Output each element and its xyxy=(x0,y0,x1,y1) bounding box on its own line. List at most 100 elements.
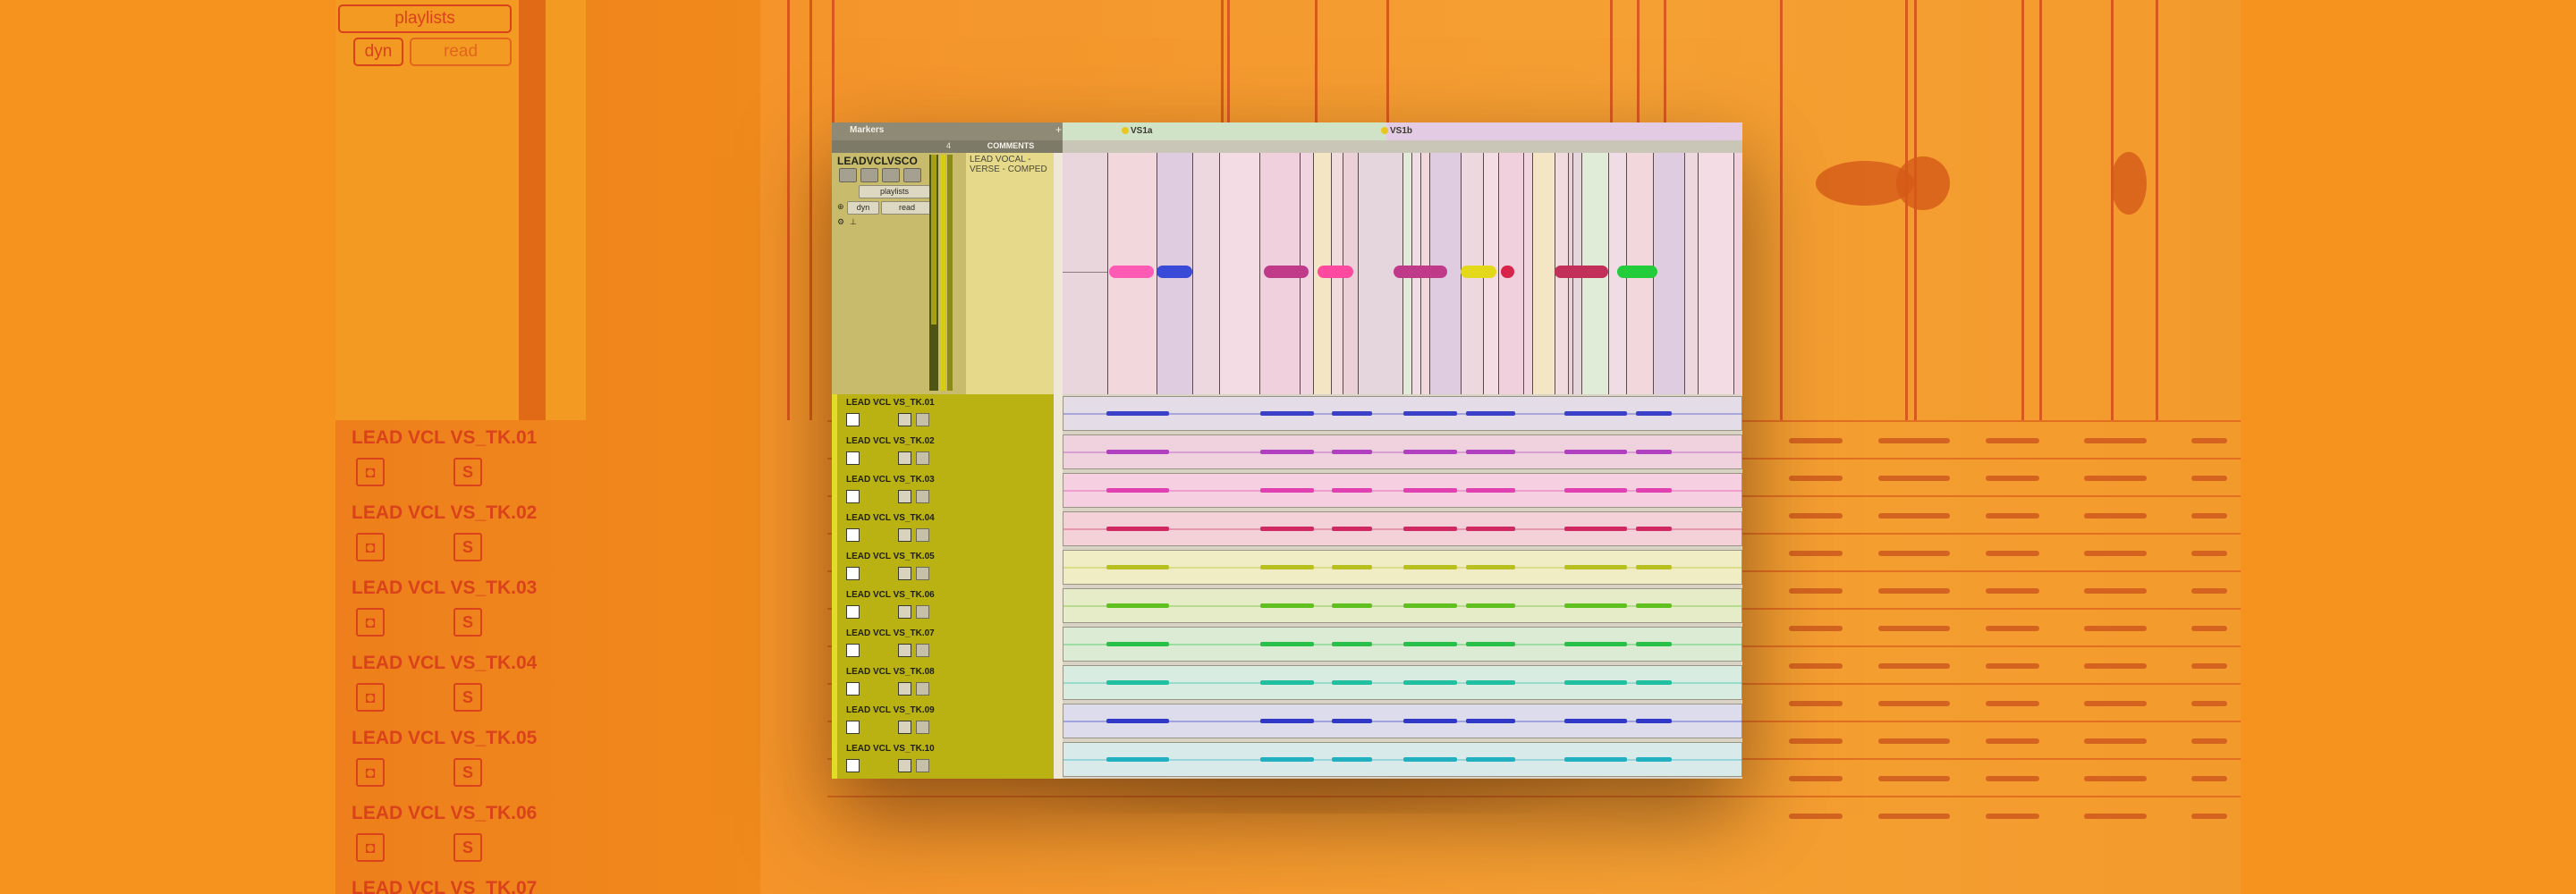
take-track-name[interactable]: LEAD VCL VS_TK.03 xyxy=(846,475,935,485)
comp-region[interactable] xyxy=(1653,153,1685,394)
mute-button[interactable] xyxy=(916,721,929,734)
solo-button[interactable] xyxy=(898,759,911,772)
record-enable-checkbox[interactable] xyxy=(846,682,860,696)
bg-waveform xyxy=(1878,551,1950,556)
marker-vs1a[interactable]: VS1a xyxy=(1122,126,1152,136)
take-waveform xyxy=(1106,450,1169,454)
take-lane[interactable] xyxy=(1063,511,1742,546)
marker-lane[interactable]: VS1a VS1b xyxy=(1063,122,1742,140)
record-enable-checkbox[interactable] xyxy=(846,721,860,734)
comp-track-lane[interactable] xyxy=(1063,153,1742,394)
take-track-name[interactable]: LEAD VCL VS_TK.06 xyxy=(846,590,935,600)
bg-waveform xyxy=(1789,626,1843,631)
bg-waveform xyxy=(2111,152,2147,215)
add-marker-button[interactable]: + xyxy=(1055,123,1062,136)
solo-button[interactable] xyxy=(898,567,911,580)
take-track-name[interactable]: LEAD VCL VS_TK.04 xyxy=(846,513,935,523)
mute-button[interactable] xyxy=(916,759,929,772)
mute-button[interactable] xyxy=(916,451,929,465)
take-track-name[interactable]: LEAD VCL VS_TK.08 xyxy=(846,667,935,677)
lock-icon[interactable]: ⊥ xyxy=(850,217,857,227)
bg-region-boundary xyxy=(809,0,812,420)
take-waveform xyxy=(1403,719,1457,723)
take-waveform xyxy=(1332,527,1372,531)
comp-waveform xyxy=(1157,266,1192,278)
solo-button[interactable] xyxy=(882,168,900,182)
record-enable-checkbox[interactable] xyxy=(846,451,860,465)
mute-button[interactable] xyxy=(916,528,929,542)
take-waveform xyxy=(1403,488,1457,493)
solo-button[interactable] xyxy=(898,644,911,657)
gear-icon[interactable]: ⚙ xyxy=(837,217,844,227)
bg-waveform xyxy=(1878,776,1950,781)
comments-column[interactable]: LEAD VOCAL - VERSE - COMPED xyxy=(966,153,1054,394)
marker-vs1b[interactable]: VS1b xyxy=(1381,126,1412,136)
bg-waveform xyxy=(2084,551,2147,556)
take-lane[interactable] xyxy=(1063,396,1742,431)
take-lane[interactable] xyxy=(1063,473,1742,508)
take-lane[interactable] xyxy=(1063,665,1742,700)
take-track-name[interactable]: LEAD VCL VS_TK.07 xyxy=(846,628,935,638)
solo-button[interactable] xyxy=(898,413,911,426)
dyn-button[interactable]: dyn xyxy=(847,201,879,215)
solo-button[interactable] xyxy=(898,605,911,619)
comp-region[interactable] xyxy=(1684,153,1699,394)
take-track-name[interactable]: LEAD VCL VS_TK.09 xyxy=(846,705,935,715)
take-waveform xyxy=(1403,450,1457,454)
take-lane[interactable] xyxy=(1063,704,1742,738)
mute-button[interactable] xyxy=(916,644,929,657)
level-meter xyxy=(929,155,938,391)
solo-button[interactable] xyxy=(898,528,911,542)
record-button[interactable] xyxy=(839,168,857,182)
comp-region[interactable] xyxy=(1532,153,1555,394)
take-track-header: LEAD VCL VS_TK.04 xyxy=(832,510,1054,548)
take-track-name[interactable]: LEAD VCL VS_TK.02 xyxy=(846,436,935,446)
take-lane[interactable] xyxy=(1063,627,1742,662)
record-enable-checkbox[interactable] xyxy=(846,528,860,542)
take-track-header: LEAD VCL VS_TK.03 xyxy=(832,471,1054,510)
take-waveform xyxy=(1636,642,1672,646)
take-lane[interactable] xyxy=(1063,550,1742,585)
comp-region[interactable] xyxy=(1219,153,1260,394)
take-lane[interactable] xyxy=(1063,588,1742,623)
solo-button[interactable] xyxy=(898,451,911,465)
comp-waveform xyxy=(1318,266,1353,278)
comments-column-header[interactable]: COMMENTS xyxy=(966,141,1055,150)
take-waveform xyxy=(1106,757,1169,762)
comp-track-name[interactable]: LEADVCLVSCO xyxy=(837,155,918,167)
timebase-icon[interactable]: ⊕ xyxy=(837,202,844,212)
take-waveform xyxy=(1260,450,1314,454)
record-enable-checkbox[interactable] xyxy=(846,759,860,772)
mute-button[interactable] xyxy=(916,567,929,580)
record-enable-checkbox[interactable] xyxy=(846,605,860,619)
automation-mode-select[interactable]: read xyxy=(881,201,933,215)
take-waveform xyxy=(1564,603,1627,608)
take-lane[interactable] xyxy=(1063,434,1742,469)
take-track-name[interactable]: LEAD VCL VS_TK.01 xyxy=(846,398,935,408)
solo-button[interactable] xyxy=(898,682,911,696)
solo-button[interactable] xyxy=(898,721,911,734)
comp-track-comment[interactable]: LEAD VOCAL - VERSE - COMPED xyxy=(970,155,1052,174)
take-lane[interactable] xyxy=(1063,742,1742,777)
record-enable-checkbox[interactable] xyxy=(846,567,860,580)
input-monitor-button[interactable] xyxy=(860,168,878,182)
mute-button[interactable] xyxy=(916,605,929,619)
bg-take-name: LEAD VCL VS_TK.01 xyxy=(352,427,538,448)
comp-region[interactable] xyxy=(1698,153,1734,394)
mute-button[interactable] xyxy=(916,490,929,503)
take-track-name[interactable]: LEAD VCL VS_TK.05 xyxy=(846,552,935,561)
record-enable-checkbox[interactable] xyxy=(846,490,860,503)
comp-region[interactable] xyxy=(1192,153,1220,394)
take-track-name[interactable]: LEAD VCL VS_TK.10 xyxy=(846,744,935,754)
playlists-button[interactable]: playlists xyxy=(859,185,930,198)
bg-waveform xyxy=(2191,738,2227,744)
solo-button[interactable] xyxy=(898,490,911,503)
bg-solo-button: S xyxy=(453,683,482,712)
take-waveform xyxy=(1106,411,1169,416)
mute-button[interactable] xyxy=(903,168,921,182)
mute-button[interactable] xyxy=(916,682,929,696)
record-enable-checkbox[interactable] xyxy=(846,413,860,426)
record-enable-checkbox[interactable] xyxy=(846,644,860,657)
comp-region[interactable] xyxy=(1733,153,1742,394)
mute-button[interactable] xyxy=(916,413,929,426)
